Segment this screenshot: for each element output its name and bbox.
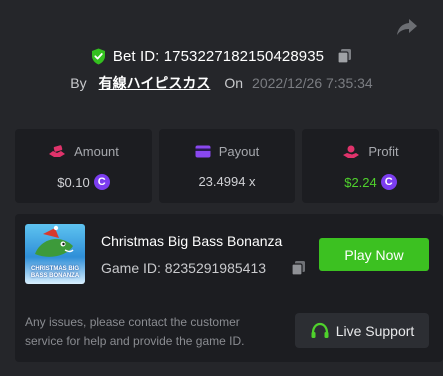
by-label: By <box>70 75 87 91</box>
stat-value: 23.4994 x <box>198 174 256 189</box>
stat-value: $2.24 <box>344 174 377 190</box>
stat-label: Profit <box>368 144 399 159</box>
stat-amount: Amount $0.10 C <box>15 129 152 203</box>
bet-id-text: Bet ID: 1753227182150428935 <box>112 47 325 65</box>
username-link[interactable]: 有線ハイピスカス <box>99 73 211 93</box>
copy-icon[interactable] <box>291 260 306 276</box>
game-id: Game ID: 8235291985413 <box>101 260 267 276</box>
game-thumbnail[interactable]: CHRISTMAS BIG BASS BONANZA <box>25 224 85 284</box>
copy-icon[interactable] <box>337 48 352 64</box>
game-title: Christmas Big Bass Bonanza <box>101 233 283 249</box>
live-support-button[interactable]: Live Support <box>295 313 429 348</box>
stat-value: $0.10 <box>57 174 90 190</box>
stat-label: Payout <box>218 144 260 159</box>
card-icon <box>195 145 211 158</box>
author-row: By 有線ハイピスカス On 2022/12/26 7:35:34 <box>0 72 443 94</box>
stat-profit: Profit $2.24 C <box>302 129 439 203</box>
headset-icon <box>311 322 329 338</box>
support-message: Any issues, please contact the customer … <box>25 315 245 348</box>
hand-coin-icon <box>343 145 360 158</box>
fish-graphic <box>35 225 74 257</box>
share-icon[interactable] <box>396 17 418 37</box>
shield-check-icon <box>91 48 105 64</box>
bet-id-row: Bet ID: 1753227182150428935 <box>0 45 443 67</box>
coin-icon: C <box>380 174 397 190</box>
stat-label: Amount <box>74 144 119 159</box>
on-label: On <box>224 75 244 91</box>
live-support-label: Live Support <box>335 322 415 339</box>
money-hand-icon <box>49 144 66 157</box>
game-card: CHRISTMAS BIG BASS BONANZA Christmas Big… <box>15 214 443 362</box>
timestamp: 2022/12/26 7:35:34 <box>252 75 373 91</box>
coin-icon: C <box>93 174 110 190</box>
thumbnail-text: CHRISTMAS BIG BASS BONANZA <box>30 266 80 279</box>
play-now-button[interactable]: Play Now <box>319 238 429 271</box>
stat-payout: Payout 23.4994 x <box>159 129 295 203</box>
